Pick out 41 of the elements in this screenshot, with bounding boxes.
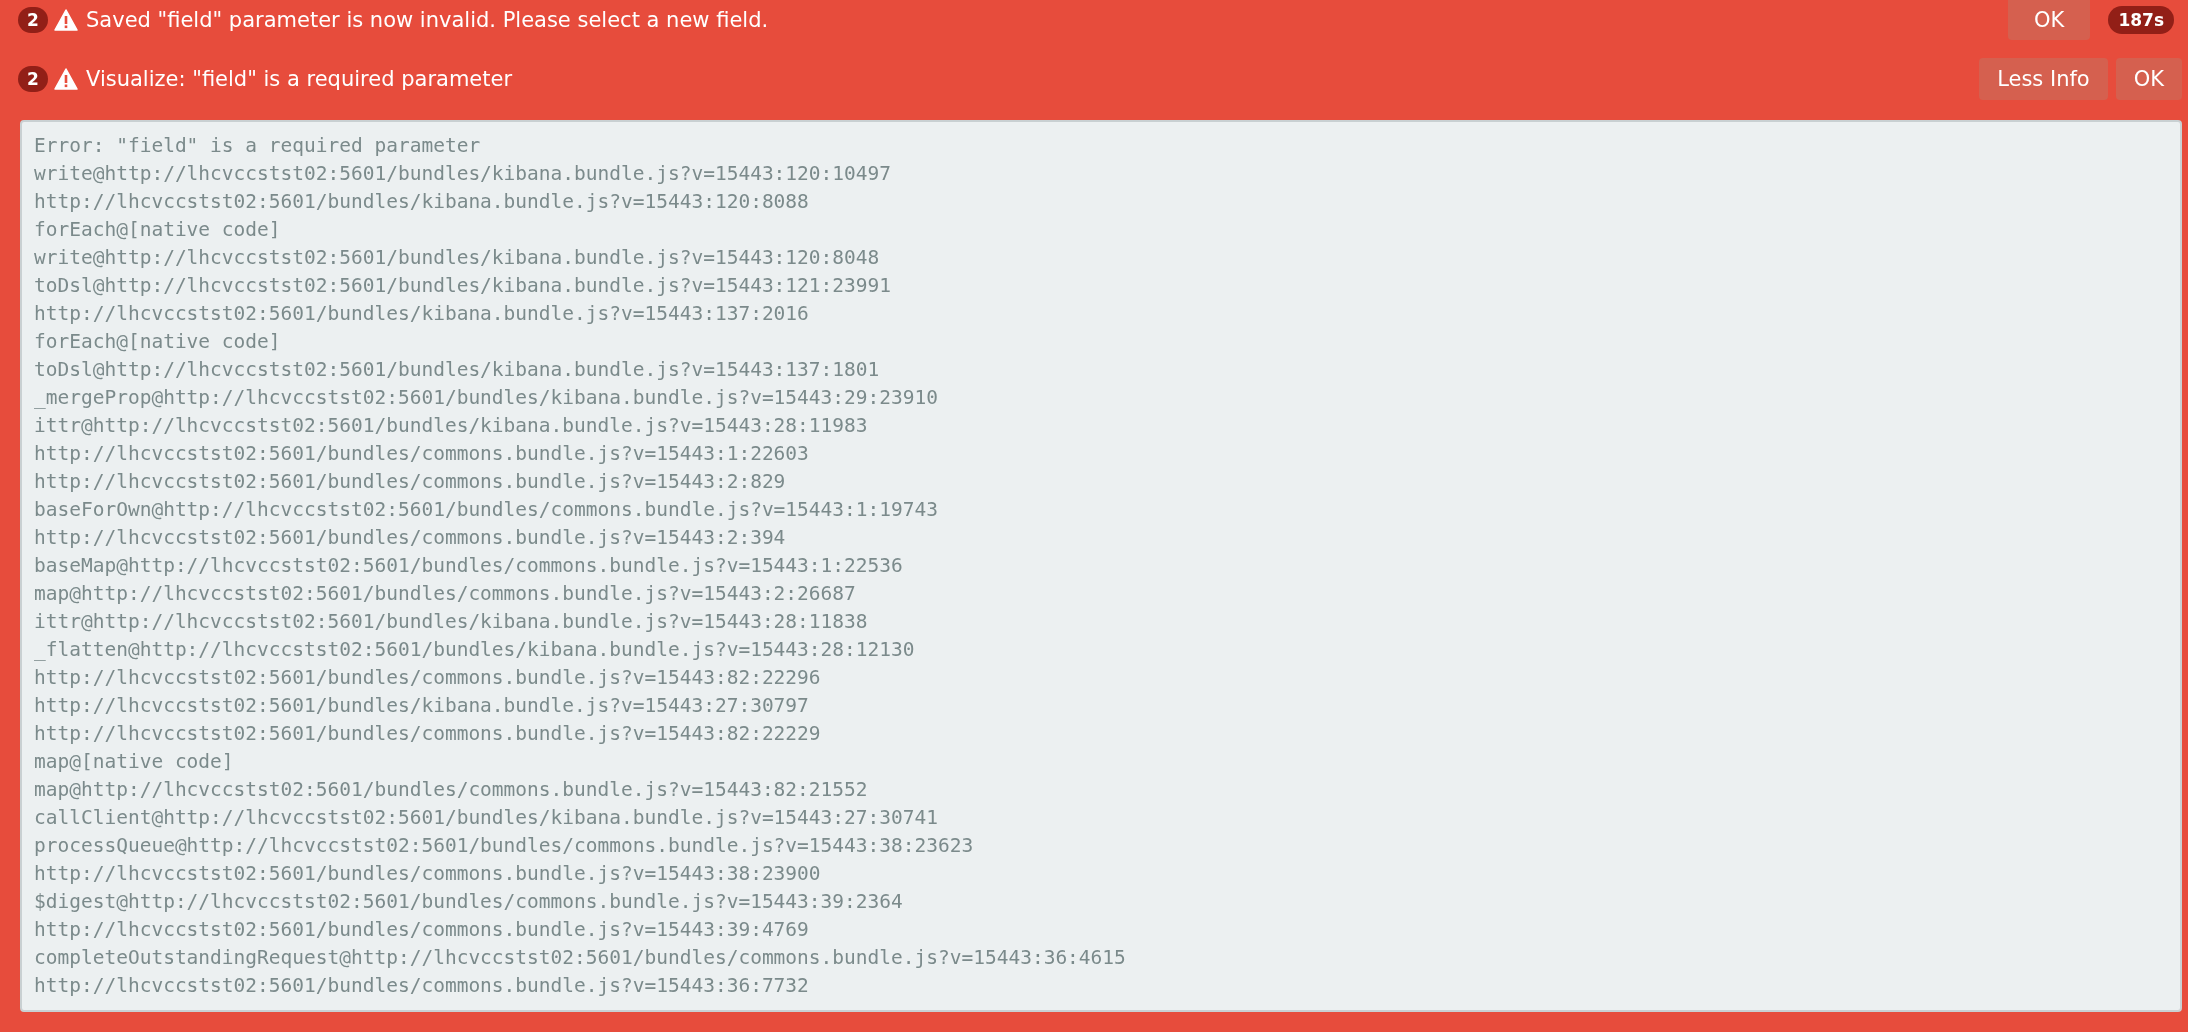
stack-trace-line: http://lhcvccstst02:5601/bundles/commons.bundle.js?v=15443:82:22296 (34, 665, 822, 691)
timer-badge: 187s (2108, 6, 2174, 34)
warning-icon (54, 9, 78, 31)
stack-trace-line: http://lhcvccstst02:5601/bundles/kibana.bundle.js?v=15443:120:8088 (34, 189, 810, 215)
stack-trace-line: http://lhcvccstst02:5601/bundles/commons.bundle.js?v=15443:82:22229 (34, 721, 822, 747)
stack-trace-line: Error: "field" is a required parameter (34, 133, 482, 159)
stack-trace-line: http://lhcvccstst02:5601/bundles/commons.bundle.js?v=15443:38:23900 (34, 861, 822, 887)
warning-icon (54, 68, 78, 90)
stack-trace-line: callClient@http://lhcvccstst02:5601/bundles/kibana.bundle.js?v=15443:27:30741 (34, 805, 939, 831)
count-badge: 2 (18, 7, 48, 33)
dismiss-button[interactable]: OK (2008, 0, 2091, 40)
stack-trace-line: http://lhcvccstst02:5601/bundles/commons.bundle.js?v=15443:2:394 (34, 525, 787, 551)
toggle-info-button[interactable]: Less Info (1979, 58, 2108, 100)
stack-trace-line: completeOutstandingRequest@http://lhcvccstst02:5601/bundles/commons.bundle.js?v=15443:36:4615 (34, 945, 1127, 971)
stack-trace-line: baseForOwn@http://lhcvccstst02:5601/bundles/commons.bundle.js?v=15443:1:19743 (34, 497, 939, 523)
stack-trace-line: http://lhcvccstst02:5601/bundles/commons.bundle.js?v=15443:36:7732 (34, 973, 810, 999)
stack-trace-line: map@http://lhcvccstst02:5601/bundles/commons.bundle.js?v=15443:2:26687 (34, 581, 857, 607)
stack-trace-line: http://lhcvccstst02:5601/bundles/kibana.bundle.js?v=15443:137:2016 (34, 301, 810, 327)
stack-trace-line: _mergeProp@http://lhcvccstst02:5601/bundles/kibana.bundle.js?v=15443:29:23910 (34, 385, 939, 411)
dismiss-button[interactable]: OK (2115, 58, 2182, 100)
stack-trace-line: baseMap@http://lhcvccstst02:5601/bundles/commons.bundle.js?v=15443:1:22536 (34, 553, 904, 579)
stack-trace-line: _flatten@http://lhcvccstst02:5601/bundles/kibana.bundle.js?v=15443:28:12130 (34, 637, 916, 663)
stack-trace-line: http://lhcvccstst02:5601/bundles/kibana.bundle.js?v=15443:27:30797 (34, 693, 810, 719)
stack-trace-line: forEach@[native code] (34, 217, 282, 243)
stack-trace-line: $digest@http://lhcvccstst02:5601/bundles/commons.bundle.js?v=15443:39:2364 (34, 889, 904, 915)
stack-trace-line: forEach@[native code] (34, 329, 282, 355)
stack-trace-line: map@http://lhcvccstst02:5601/bundles/commons.bundle.js?v=15443:82:21552 (34, 777, 869, 803)
stack-trace-line: ittr@http://lhcvccstst02:5601/bundles/kibana.bundle.js?v=15443:28:11983 (34, 413, 869, 439)
stack-trace-line: http://lhcvccstst02:5601/bundles/commons.bundle.js?v=15443:2:829 (34, 469, 787, 495)
count-badge: 2 (18, 66, 48, 92)
stack-trace-line: write@http://lhcvccstst02:5601/bundles/kibana.bundle.js?v=15443:120:8048 (34, 245, 881, 271)
stack-trace-line: processQueue@http://lhcvccstst02:5601/bundles/commons.bundle.js?v=15443:38:23623 (34, 833, 975, 859)
stack-trace-line: http://lhcvccstst02:5601/bundles/commons.bundle.js?v=15443:1:22603 (34, 441, 810, 467)
stack-trace-line: http://lhcvccstst02:5601/bundles/commons.bundle.js?v=15443:39:4769 (34, 917, 810, 943)
stack-trace-line: map@[native code] (34, 749, 235, 775)
notification-message: Visualize: "field" is a required parameter (86, 67, 513, 91)
stack-trace-line: write@http://lhcvccstst02:5601/bundles/kibana.bundle.js?v=15443:120:10497 (34, 161, 893, 187)
stack-trace-line: ittr@http://lhcvccstst02:5601/bundles/kibana.bundle.js?v=15443:28:11838 (34, 609, 869, 635)
stack-trace-line: toDsl@http://lhcvccstst02:5601/bundles/kibana.bundle.js?v=15443:121:23991 (34, 273, 893, 299)
stack-trace-line: toDsl@http://lhcvccstst02:5601/bundles/kibana.bundle.js?v=15443:137:1801 (34, 357, 881, 383)
notification-message: Saved "field" parameter is now invalid. Please select a new field. (86, 8, 769, 32)
